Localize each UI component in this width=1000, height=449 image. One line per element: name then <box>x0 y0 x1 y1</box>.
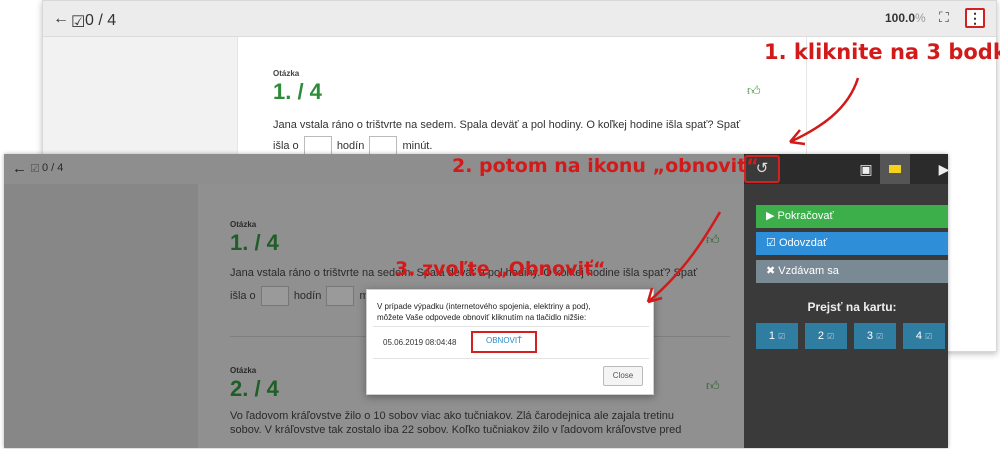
annotation-arrows <box>646 77 860 304</box>
arrow-step-3 <box>647 211 722 303</box>
arrow-step-1 <box>789 77 860 144</box>
